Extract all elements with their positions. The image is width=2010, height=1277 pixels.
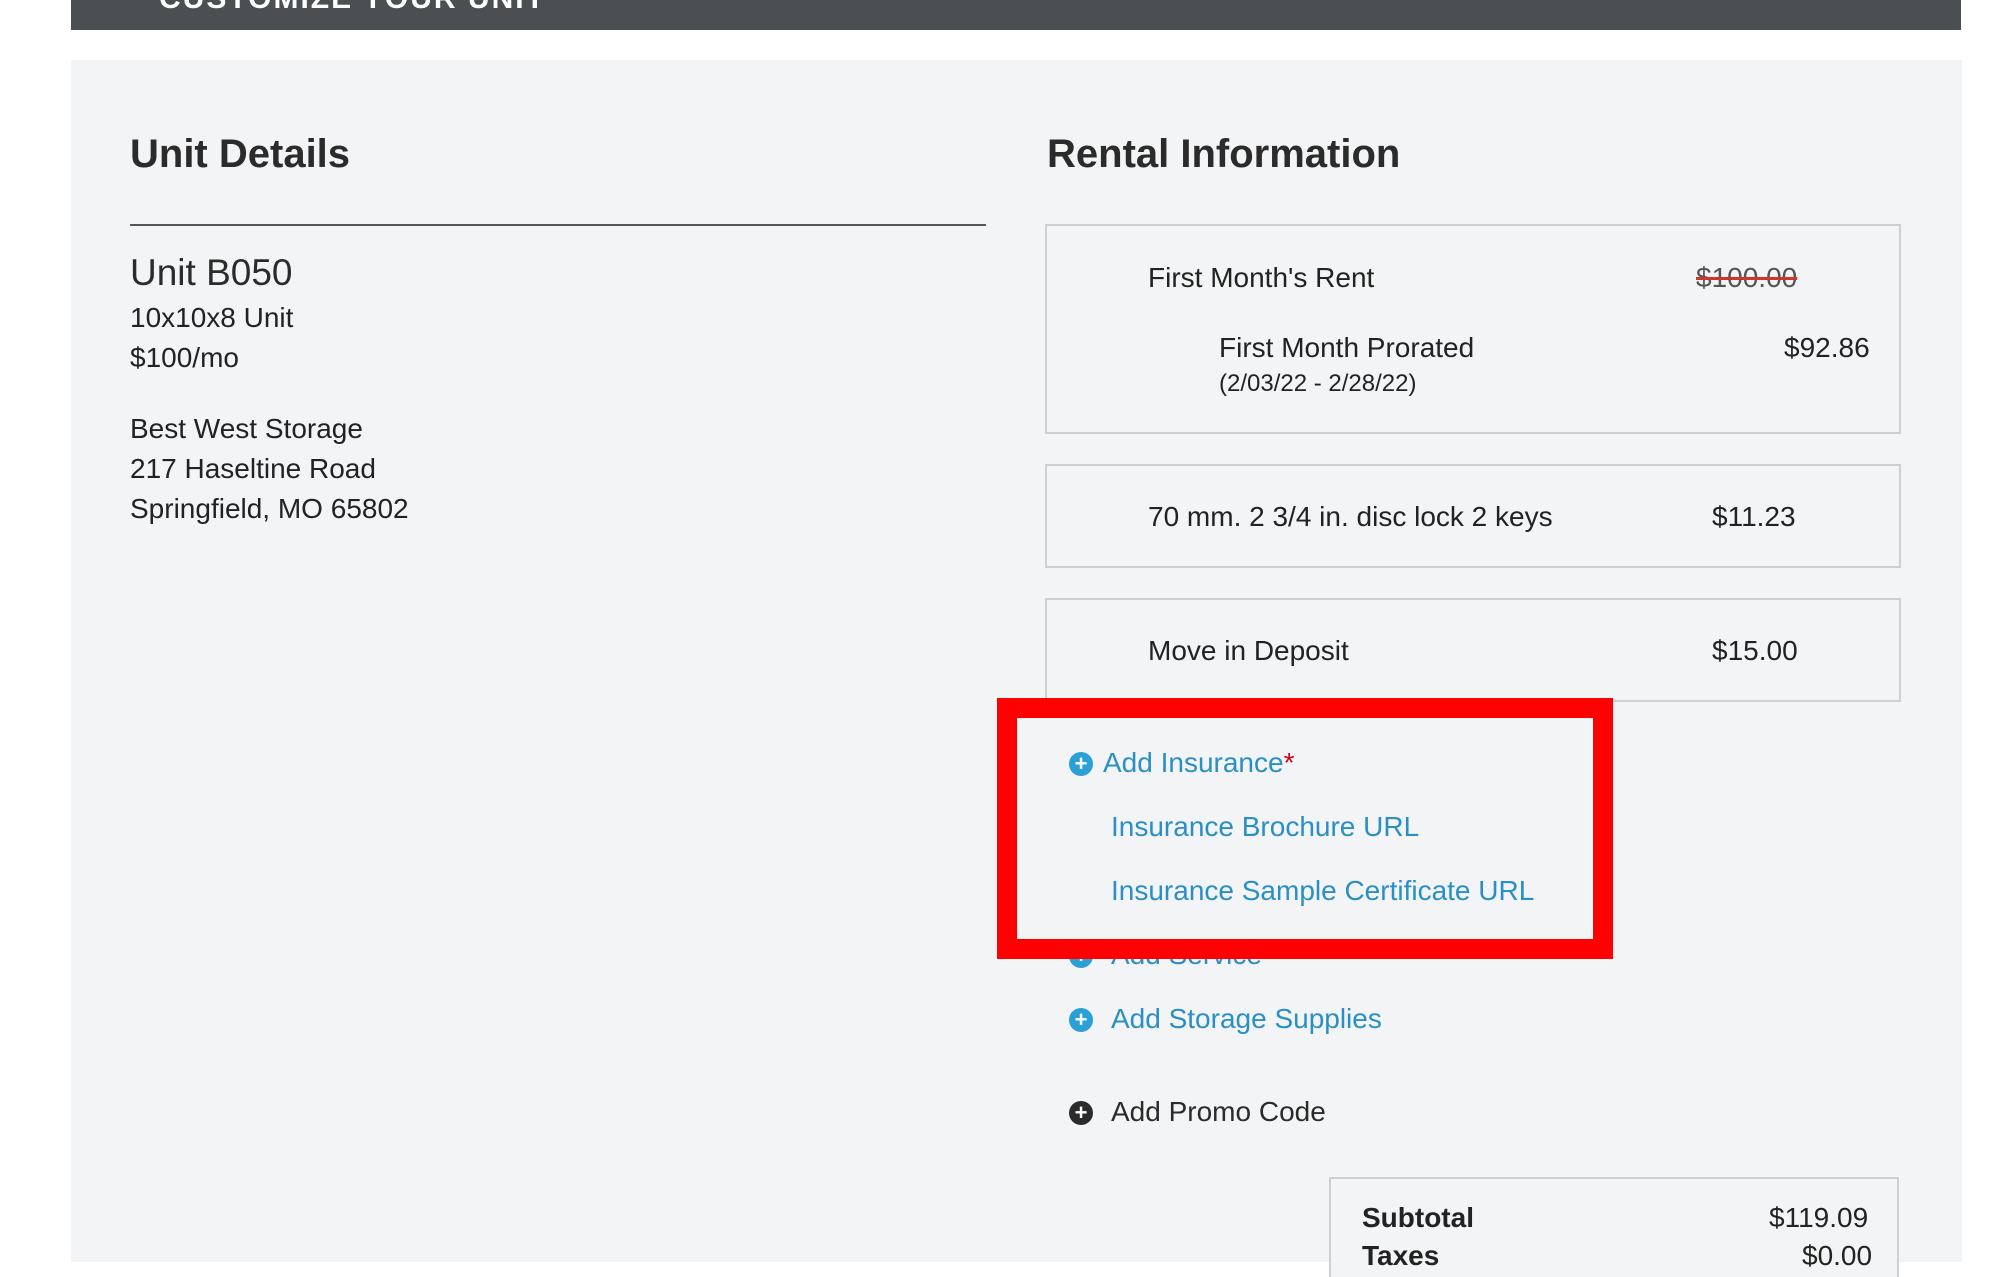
- first-month-prorated-price: $92.86: [1784, 332, 1870, 363]
- facility-address-line2: Springfield, MO 65802: [130, 493, 409, 524]
- add-insurance-label: Add Insurance: [1103, 747, 1284, 778]
- lock-item-label: 70 mm. 2 3/4 in. disc lock 2 keys: [1148, 501, 1553, 532]
- section-header-bar[interactable]: CUSTOMIZE YOUR UNIT: [71, 0, 1961, 30]
- required-asterisk: *: [1283, 747, 1295, 778]
- add-insurance-link[interactable]: Add Insurance*: [1103, 747, 1294, 779]
- add-storage-supplies-plus-icon[interactable]: +: [1069, 1008, 1093, 1032]
- unit-details-heading: Unit Details: [130, 132, 351, 176]
- lock-item-price: $11.23: [1712, 501, 1796, 532]
- unit-details-divider: [130, 224, 986, 226]
- first-month-prorated-label: First Month Prorated: [1219, 332, 1475, 363]
- first-month-original-price: $100.00: [1696, 262, 1798, 293]
- insurance-certificate-link[interactable]: Insurance Sample Certificate URL: [1111, 875, 1534, 907]
- first-month-rent-label: First Month's Rent: [1148, 262, 1375, 293]
- first-month-prorated-dates: (2/03/22 - 2/28/22): [1219, 370, 1417, 397]
- deposit-item-price: $15.00: [1712, 635, 1798, 666]
- taxes-label: Taxes: [1362, 1240, 1440, 1271]
- subtotal-value: $119.09: [1769, 1202, 1869, 1233]
- add-service-row[interactable]: + Add Service: [1060, 959, 1360, 973]
- unit-size: 10x10x8 Unit: [130, 302, 294, 333]
- add-promo-code-link[interactable]: Add Promo Code: [1111, 1096, 1326, 1128]
- add-service-plus-icon[interactable]: +: [1069, 959, 1093, 968]
- add-storage-supplies-link[interactable]: Add Storage Supplies: [1111, 1003, 1382, 1035]
- facility-name: Best West Storage: [130, 413, 363, 444]
- unit-price: $100/mo: [130, 342, 239, 373]
- add-promo-code-plus-icon[interactable]: +: [1069, 1101, 1093, 1125]
- section-header-title: CUSTOMIZE YOUR UNIT: [159, 0, 546, 16]
- taxes-value: $0.00: [1802, 1240, 1873, 1271]
- facility-address-line1: 217 Haseltine Road: [130, 453, 376, 484]
- add-insurance-plus-icon[interactable]: +: [1069, 752, 1093, 776]
- insurance-brochure-link[interactable]: Insurance Brochure URL: [1111, 811, 1419, 843]
- unit-name: Unit B050: [130, 252, 293, 293]
- subtotal-label: Subtotal: [1362, 1202, 1474, 1233]
- add-service-link[interactable]: Add Service: [1111, 959, 1262, 971]
- first-month-rent-box: [1045, 224, 1901, 434]
- deposit-item-label: Move in Deposit: [1148, 635, 1349, 666]
- rental-information-heading: Rental Information: [1047, 132, 1401, 176]
